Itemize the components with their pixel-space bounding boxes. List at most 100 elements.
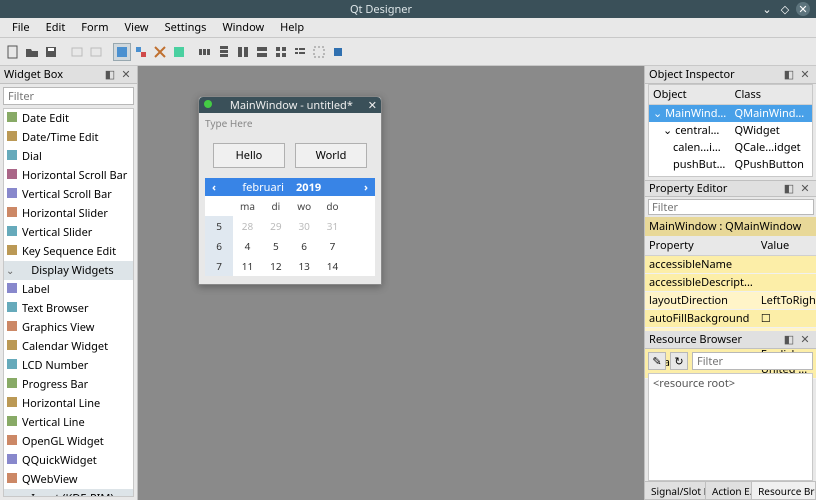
calendar-prev-icon[interactable]: ‹ [205,180,223,195]
pe-col-property[interactable]: Property [645,236,757,256]
widget-item[interactable]: OpenGL Widget [4,432,133,451]
menu-window[interactable]: Window [214,18,272,37]
widget-item[interactable]: Graphics View [4,318,133,337]
tool-layout-h-icon[interactable] [196,43,214,61]
widget-item[interactable]: Vertical Slider [4,223,133,242]
calendar-day[interactable]: 4 [233,236,261,256]
tool-layout-v-icon[interactable] [215,43,233,61]
calendar-day[interactable]: 11 [233,256,261,276]
menu-settings[interactable]: Settings [157,18,215,37]
property-row[interactable]: autoFillBackground☐ [645,310,816,328]
widget-item[interactable]: Key Sequence Edit [4,242,133,261]
design-close-icon[interactable]: ✕ [368,98,377,113]
calendar-day[interactable]: 28 [233,216,261,236]
widget-item[interactable]: QWebView [4,470,133,489]
tab-action-editor[interactable]: Action E... [706,482,752,499]
tool-edit-buddies-icon[interactable] [151,43,169,61]
panel-close-icon[interactable]: ✕ [119,68,133,82]
calendar-day[interactable]: 30 [290,216,318,236]
widget-category[interactable]: Input (KDE-PIM) [4,489,133,497]
tool-layout-hsplit-icon[interactable] [234,43,252,61]
widget-item[interactable]: Text Browser [4,299,133,318]
panel-float-icon[interactable]: ◧ [782,182,796,196]
resource-root[interactable]: <resource root> [653,376,735,391]
tool-edit-signals-icon[interactable] [132,43,150,61]
calendar-day[interactable]: 31 [318,216,346,236]
calendar-day[interactable]: 14 [318,256,346,276]
maximize-icon[interactable]: ◇ [778,2,792,16]
resource-browser-filter[interactable] [692,352,813,370]
calendar-day[interactable]: 29 [262,216,290,236]
panel-float-icon[interactable]: ◧ [782,333,796,347]
property-row[interactable]: accessibleName [645,256,816,274]
menu-view[interactable]: View [117,18,157,37]
resource-tree[interactable]: <resource root> [648,373,813,481]
hello-button[interactable]: Hello [213,143,285,168]
reload-icon[interactable]: ↻ [670,352,688,370]
oi-row[interactable]: pushButton_2QPushButton [649,173,812,177]
oi-row[interactable]: ⌄ centralwidgetQWidget [649,122,812,139]
object-inspector-tree[interactable]: Object Class ⌄ MainWindowQMainWindow⌄ ce… [648,84,813,177]
panel-close-icon[interactable]: ✕ [798,68,812,82]
widget-item[interactable]: Date/Time Edit [4,128,133,147]
widget-item[interactable]: Date Edit [4,109,133,128]
tool-save-icon[interactable] [42,43,60,61]
panel-float-icon[interactable]: ◧ [103,68,117,82]
oi-col-class[interactable]: Class [731,85,813,104]
oi-col-object[interactable]: Object [649,85,731,104]
widget-box-filter[interactable] [3,87,134,105]
edit-resources-icon[interactable]: ✎ [648,352,666,370]
design-menubar-hint[interactable]: Type Here [199,113,381,133]
menu-file[interactable]: File [4,18,38,37]
widget-item[interactable]: Horizontal Scroll Bar [4,166,133,185]
calendar-day[interactable]: 6 [290,236,318,256]
tool-layout-grid-icon[interactable] [272,43,290,61]
calendar-day[interactable]: 13 [290,256,318,276]
pe-col-value[interactable]: Value [757,236,816,256]
menu-edit[interactable]: Edit [38,18,74,37]
tab-resource-browser[interactable]: Resource Bro... [752,482,816,499]
panel-close-icon[interactable]: ✕ [798,333,812,347]
tool-undo-icon[interactable] [68,43,86,61]
property-row[interactable]: layoutDirectionLeftToRight [645,292,816,310]
widget-item[interactable]: QQuickWidget [4,451,133,470]
calendar-next-icon[interactable]: › [357,180,375,195]
tool-layout-vsplit-icon[interactable] [253,43,271,61]
tool-edit-widgets-icon[interactable] [113,43,131,61]
calendar-day[interactable]: 7 [318,236,346,256]
oi-row[interactable]: ⌄ MainWindowQMainWindow [649,105,812,122]
tool-adjust-size-icon[interactable] [329,43,347,61]
oi-row[interactable]: pushButtonQPushButton [649,156,812,173]
widget-item[interactable]: Calendar Widget [4,337,133,356]
minimize-icon[interactable]: ⌄ [760,2,774,16]
panel-float-icon[interactable]: ◧ [782,68,796,82]
tab-signal-slot[interactable]: Signal/Slot E... [645,482,706,499]
design-canvas[interactable]: MainWindow - untitled* ✕ Type Here Hello… [138,66,644,500]
tool-layout-form-icon[interactable] [291,43,309,61]
tool-break-layout-icon[interactable] [310,43,328,61]
tool-edit-tab-order-icon[interactable] [170,43,188,61]
widget-item[interactable]: Vertical Line [4,413,133,432]
menu-form[interactable]: Form [73,18,116,37]
calendar-widget[interactable]: ‹ februari 2019 › madiwodo52829303164567… [205,178,375,276]
calendar-day[interactable]: 5 [262,236,290,256]
design-window[interactable]: MainWindow - untitled* ✕ Type Here Hello… [198,96,382,285]
widget-item[interactable]: Horizontal Line [4,394,133,413]
menu-help[interactable]: Help [272,18,312,37]
widget-item[interactable]: Label [4,280,133,299]
calendar-day[interactable]: 12 [262,256,290,276]
panel-close-icon[interactable]: ✕ [798,182,812,196]
widget-item[interactable]: Progress Bar [4,375,133,394]
close-icon[interactable]: ✕ [796,2,810,16]
widget-category[interactable]: Display Widgets [4,261,133,280]
calendar-month[interactable]: februari [223,180,290,195]
widget-box-list[interactable]: Date EditDate/Time EditDialHorizontal Sc… [3,108,134,497]
widget-item[interactable]: Vertical Scroll Bar [4,185,133,204]
property-row[interactable]: accessibleDescript... [645,274,816,292]
tool-open-icon[interactable] [23,43,41,61]
widget-item[interactable]: LCD Number [4,356,133,375]
tool-new-icon[interactable] [4,43,22,61]
tool-redo-icon[interactable] [87,43,105,61]
widget-item[interactable]: Horizontal Slider [4,204,133,223]
oi-row[interactable]: calen...idgetQCale...idget [649,139,812,156]
